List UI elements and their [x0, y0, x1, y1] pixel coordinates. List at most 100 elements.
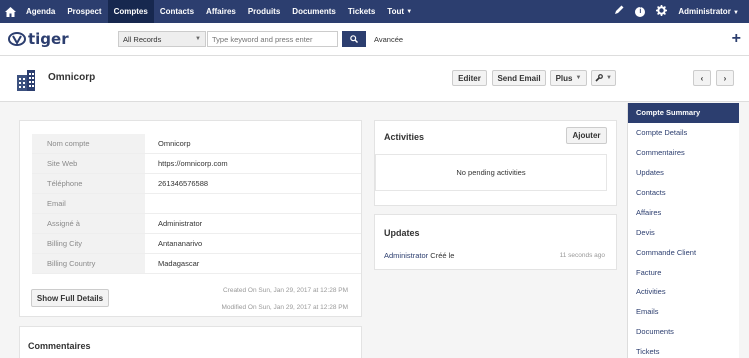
quick-create-plus-icon[interactable]: +	[732, 30, 741, 48]
field-label: Billing City	[32, 234, 145, 253]
menu-item-contacts[interactable]: Contacts	[154, 0, 200, 23]
menu-item-tickets[interactable]: Tickets	[342, 0, 381, 23]
updates-title: Updates	[384, 228, 420, 238]
send-email-button[interactable]: Send Email	[492, 70, 546, 86]
menu-item-tout[interactable]: Tout ▼	[381, 0, 418, 23]
chevron-down-icon: ▼	[606, 75, 612, 81]
sidebar-item-label: Commande Client	[636, 247, 697, 257]
menu-item-documents[interactable]: Documents	[286, 0, 342, 23]
updates-card: Updates Administrator Créé le 11 seconds…	[374, 214, 617, 270]
wrench-icon	[595, 74, 603, 82]
field-row-billing-country: Billing Country Madagascar	[32, 254, 361, 274]
field-value[interactable]: Antananarivo	[145, 234, 202, 253]
sidebar-item-tickets[interactable]: Tickets	[628, 342, 739, 358]
sidebar-item-label: Contacts	[636, 188, 666, 197]
record-name: Omnicorp	[48, 72, 96, 83]
info-icon[interactable]: i	[635, 6, 646, 17]
menu-item-produits[interactable]: Produits	[242, 0, 286, 23]
field-value[interactable]: Omnicorp	[145, 134, 191, 153]
update-time: 11 seconds ago	[559, 252, 605, 259]
menu-label: Tout	[387, 7, 405, 16]
add-activity-button[interactable]: Ajouter	[566, 127, 607, 144]
chevron-right-icon: ›	[723, 73, 727, 83]
menu-label: Prospect	[67, 7, 102, 16]
field-row-email: Email	[32, 194, 361, 214]
user-name: Administrator	[678, 7, 731, 16]
home-icon[interactable]	[0, 0, 20, 23]
field-value[interactable]	[145, 194, 158, 213]
menu-item-affaires[interactable]: Affaires	[200, 0, 242, 23]
sidebar-item-emails[interactable]: Emails	[628, 302, 739, 322]
no-activities-text: No pending activities	[456, 168, 526, 177]
sidebar-item-commentaires[interactable]: Commentaires	[628, 143, 739, 163]
search-input[interactable]	[207, 31, 338, 47]
sidebar-item-activities[interactable]: Activities	[628, 282, 739, 302]
previous-record-button[interactable]: ‹	[693, 70, 711, 86]
field-value[interactable]: 261346576588	[145, 174, 208, 193]
pencil-icon[interactable]	[614, 5, 624, 18]
menu-item-comptes[interactable]: Comptes	[107, 0, 154, 23]
menu-label: Tickets	[347, 7, 376, 16]
record-filter-select[interactable]: All Records ▼	[118, 31, 206, 47]
menu-label: Contacts	[159, 7, 195, 16]
field-row-account-name: Nom compte Omnicorp	[32, 134, 361, 154]
menu-label: Affaires	[206, 7, 236, 16]
update-user[interactable]: Administrator	[384, 251, 428, 260]
gear-icon[interactable]	[656, 4, 668, 19]
sidebar-item-updates[interactable]: Updates	[628, 163, 739, 183]
sidebar-item-label: Devis	[636, 227, 655, 237]
created-on-text: Created On Sun, Jan 29, 2017 at 12:28 PM	[222, 287, 348, 294]
sidebar-item-contacts[interactable]: Contacts	[628, 183, 739, 203]
menu-label: Documents	[292, 7, 336, 16]
sidebar-item-documents[interactable]: Documents	[628, 322, 739, 342]
chevron-left-icon: ‹	[700, 73, 704, 83]
sidebar-item-compte-details[interactable]: Compte Details	[628, 123, 739, 143]
sidebar-item-label: Updates	[636, 168, 664, 178]
search-icon	[350, 35, 358, 43]
show-full-details-button[interactable]: Show Full Details	[31, 289, 109, 307]
field-row-phone: Téléphone 261346576588	[32, 174, 361, 194]
next-record-button[interactable]: ›	[716, 70, 734, 86]
field-value[interactable]: Madagascar	[145, 254, 199, 273]
tools-button[interactable]: ▼	[591, 70, 616, 86]
field-row-website: Site Web https://omnicorp.com	[32, 154, 361, 174]
sidebar-item-compte-summary[interactable]: Compte Summary	[628, 103, 739, 123]
select-value: All Records	[123, 34, 162, 44]
user-menu[interactable]: Administrator ▼	[678, 7, 739, 16]
field-label: Téléphone	[32, 174, 145, 193]
menu-item-prospect[interactable]: Prospect	[61, 0, 107, 23]
activities-empty-panel: No pending activities	[375, 154, 607, 191]
field-row-billing-city: Billing City Antananarivo	[32, 234, 361, 254]
field-label: Site Web	[32, 154, 145, 173]
sidebar-item-affaires[interactable]: Affaires	[628, 202, 739, 222]
advanced-search-link[interactable]: Avancée	[374, 35, 403, 44]
sidebar-item-devis[interactable]: Devis	[628, 222, 739, 242]
sidebar-item-label: Emails	[636, 307, 659, 317]
sidebar-item-label: Compte Details	[636, 128, 688, 138]
field-value[interactable]: Administrator	[145, 214, 202, 233]
search-bar: tiger All Records ▼ Avancée +	[0, 23, 749, 56]
more-button[interactable]: Plus ▼	[550, 70, 587, 86]
menu-item-agenda[interactable]: Agenda	[20, 0, 61, 23]
sidebar-item-label: Compte Summary	[636, 108, 701, 118]
field-label: Assigné à	[32, 214, 145, 233]
update-entry: Administrator Créé le	[384, 251, 454, 260]
sidebar-item-label: Facture	[636, 267, 662, 277]
field-value[interactable]: https://omnicorp.com	[145, 154, 228, 173]
edit-button[interactable]: Editer	[452, 70, 487, 86]
button-label: Editer	[458, 73, 481, 83]
menu-label: Agenda	[26, 7, 56, 16]
button-label: Plus	[555, 73, 573, 83]
sidebar-item-facture[interactable]: Facture	[628, 262, 739, 282]
chevron-down-icon: ▼	[195, 36, 201, 42]
search-button[interactable]	[342, 31, 366, 47]
button-label: Show Full Details	[36, 293, 104, 303]
vtiger-logo[interactable]: tiger	[0, 30, 118, 48]
top-nav: Agenda Prospect Comptes Contacts Affaire…	[0, 0, 749, 23]
field-row-assigned-to: Assigné à Administrator	[32, 214, 361, 234]
sidebar-item-label: Tickets	[636, 347, 660, 357]
activities-title: Activities	[384, 132, 425, 142]
sidebar-item-commande-client[interactable]: Commande Client	[628, 242, 739, 262]
field-label: Email	[32, 194, 145, 213]
chevron-down-icon: ▼	[733, 10, 739, 16]
